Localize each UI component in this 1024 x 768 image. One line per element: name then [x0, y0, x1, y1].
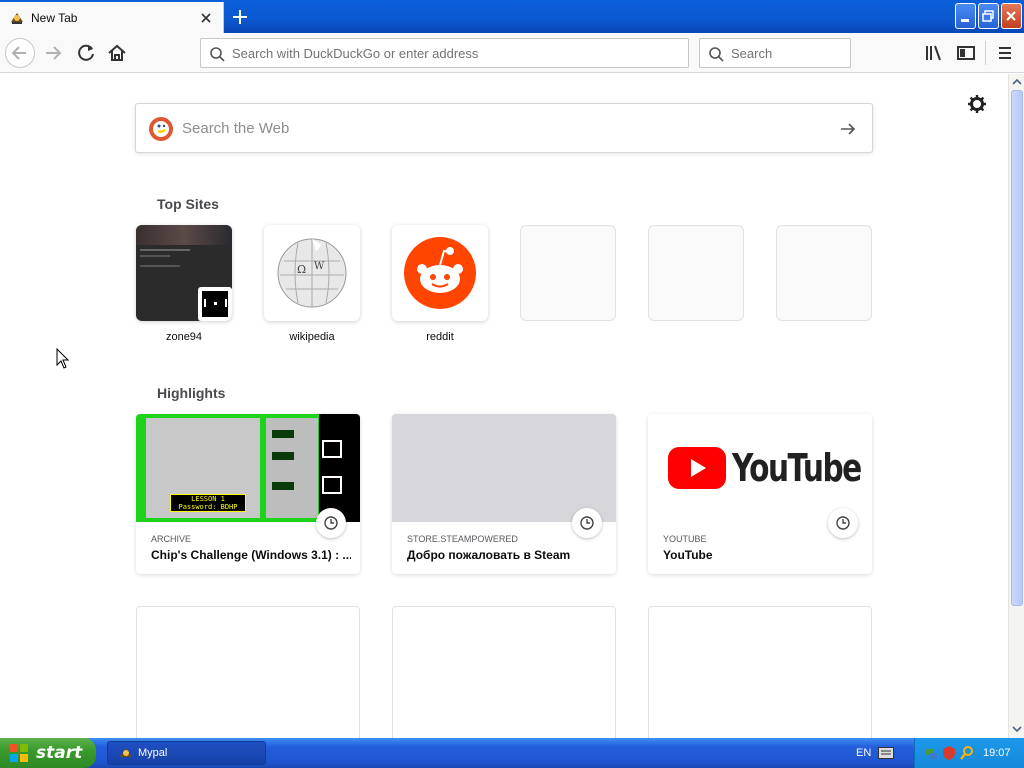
top-site-label[interactable]: reddit — [392, 331, 488, 343]
youtube-wordmark: YouTube — [732, 446, 862, 490]
top-site-reddit[interactable] — [392, 225, 488, 321]
search-bar[interactable]: Search — [699, 38, 851, 68]
mypal-icon — [11, 12, 23, 24]
chips-challenge-screenshot: LESSON 1 Password: BDHP — [136, 414, 360, 522]
svg-text:Ω: Ω — [297, 263, 306, 276]
clock-icon — [572, 508, 602, 538]
web-search-box[interactable]: Search the Web — [135, 103, 873, 153]
highlights-heading: Highlights — [157, 385, 226, 401]
restore-icon — [982, 10, 994, 22]
close-icon[interactable] — [198, 10, 214, 26]
navigation-toolbar: Search with DuckDuckGo or enter address … — [0, 33, 1024, 73]
forward-arrow-icon[interactable] — [41, 41, 65, 65]
highlight-card-archive[interactable]: LESSON 1 Password: BDHP ARCHIVE Chip's C… — [136, 414, 360, 574]
highlight-source: YOUTUBE — [663, 534, 707, 544]
search-bar-placeholder: Search — [731, 46, 773, 61]
search-icon — [210, 47, 225, 62]
youtube-logo: YouTube — [648, 414, 872, 522]
highlight-source: STORE.STEAMPOWERED — [407, 534, 518, 544]
taskbar-item-label: Mypal — [138, 747, 168, 759]
windows-taskbar: start Mypal EN 19:07 — [0, 738, 1024, 768]
network-icon[interactable] — [923, 745, 939, 761]
highlight-card-steam[interactable]: STORE.STEAMPOWERED Добро пожаловать в St… — [392, 414, 616, 574]
system-tray: 19:07 — [914, 738, 1024, 768]
back-button[interactable] — [5, 38, 35, 68]
highlight-placeholder-card — [392, 606, 616, 738]
youtube-play-icon — [668, 447, 726, 489]
search-icon — [709, 47, 724, 62]
keyboard-icon[interactable] — [878, 747, 894, 759]
vertical-scrollbar[interactable] — [1008, 74, 1024, 738]
highlight-placeholder-card — [648, 606, 872, 738]
gear-icon[interactable] — [967, 94, 987, 114]
steam-preview-placeholder — [392, 414, 616, 522]
top-site-empty-slot[interactable] — [776, 225, 872, 321]
tab-new-tab[interactable]: New Tab — [0, 2, 224, 33]
top-site-empty-slot[interactable] — [648, 225, 744, 321]
mouse-cursor-icon — [56, 348, 70, 369]
close-window-icon — [1006, 11, 1016, 21]
language-indicator[interactable]: EN — [856, 747, 871, 759]
top-site-label[interactable]: wikipedia — [264, 331, 360, 343]
minimize-icon — [961, 19, 969, 22]
reload-icon[interactable] — [74, 41, 98, 65]
close-window-button[interactable] — [1001, 3, 1022, 29]
scroll-down-arrow-icon[interactable] — [1010, 722, 1024, 736]
security-shield-icon[interactable] — [941, 745, 957, 761]
highlight-title: Chip's Challenge (Windows 3.1) : ... — [151, 548, 351, 562]
top-site-zone94[interactable] — [136, 225, 232, 321]
start-button[interactable]: start — [0, 738, 96, 768]
new-tab-plus-icon[interactable] — [229, 6, 251, 28]
toolbar-divider — [985, 41, 986, 65]
clock-icon — [828, 508, 858, 538]
zone94-favicon — [198, 287, 232, 321]
mypal-icon — [120, 748, 132, 757]
highlight-source: ARCHIVE — [151, 534, 192, 544]
top-site-wikipedia[interactable]: Ω W — [264, 225, 360, 321]
highlight-title: Добро пожаловать в Steam — [407, 548, 571, 562]
reddit-icon — [404, 237, 476, 309]
highlight-placeholder-card — [136, 606, 360, 738]
top-site-label[interactable]: zone94 — [136, 331, 232, 343]
top-sites-heading: Top Sites — [157, 196, 219, 212]
start-label: start — [36, 743, 83, 763]
web-search-placeholder: Search the Web — [182, 120, 290, 137]
address-bar[interactable]: Search with DuckDuckGo or enter address — [200, 38, 689, 68]
scrollbar-thumb[interactable] — [1011, 90, 1023, 606]
sidebar-icon[interactable] — [954, 41, 978, 65]
library-icon[interactable] — [922, 41, 946, 65]
search-icon[interactable] — [959, 745, 975, 761]
home-icon[interactable] — [105, 41, 129, 65]
minimize-button[interactable] — [955, 3, 976, 29]
duckduckgo-logo-icon — [149, 117, 173, 141]
scroll-up-arrow-icon[interactable] — [1010, 75, 1024, 89]
highlight-title: YouTube — [663, 548, 713, 562]
taskbar-clock: 19:07 — [983, 747, 1011, 759]
address-bar-placeholder: Search with DuckDuckGo or enter address — [232, 46, 479, 61]
back-arrow-icon — [11, 46, 26, 60]
top-site-empty-slot[interactable] — [520, 225, 616, 321]
clock-icon — [316, 508, 346, 538]
wikipedia-globe-icon: Ω W — [277, 238, 347, 308]
windows-flag-icon — [10, 744, 28, 762]
taskbar-item-mypal[interactable]: Mypal — [107, 741, 266, 765]
tab-title: New Tab — [31, 10, 78, 25]
arrow-right-icon[interactable] — [838, 119, 858, 139]
svg-text:W: W — [314, 261, 325, 272]
title-bar: New Tab — [0, 0, 1024, 33]
restore-button[interactable] — [978, 3, 999, 29]
highlight-card-youtube[interactable]: YouTube YOUTUBE YouTube — [648, 414, 872, 574]
chips-challenge-lesson-caption: LESSON 1 Password: BDHP — [170, 494, 246, 512]
new-tab-page: Search the Web Top Sites Ω W zone94 wiki… — [0, 74, 1008, 738]
menu-icon[interactable] — [993, 41, 1017, 65]
